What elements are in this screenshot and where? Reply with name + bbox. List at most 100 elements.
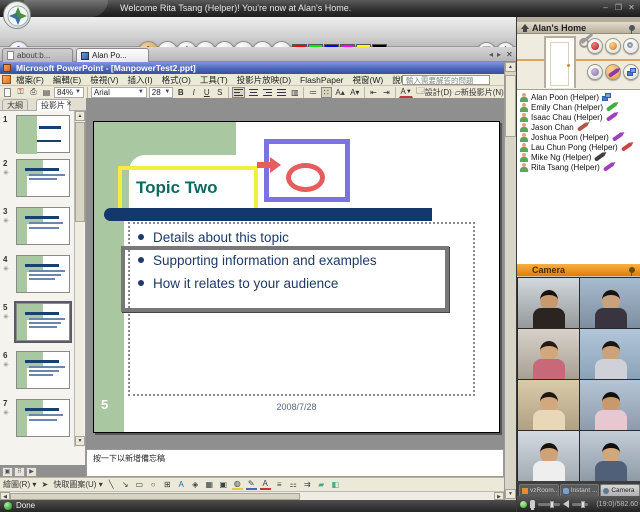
tab-about-blank[interactable]: about:b... bbox=[2, 48, 73, 62]
align-left-button[interactable] bbox=[232, 87, 244, 98]
pin-icon[interactable] bbox=[629, 267, 635, 273]
dash-style-icon[interactable]: ⚏ bbox=[288, 479, 299, 490]
draw-oval-icon[interactable]: ○ bbox=[148, 479, 159, 490]
vscroll-thumb[interactable] bbox=[505, 75, 516, 137]
paste-icon[interactable]: ▤ bbox=[41, 87, 52, 98]
picture-icon[interactable]: ▣ bbox=[218, 479, 229, 490]
pin-icon[interactable] bbox=[629, 25, 635, 31]
tab-close-icon[interactable]: ✕ bbox=[506, 50, 513, 59]
user-row[interactable]: Mike Ng (Helper) bbox=[520, 152, 640, 162]
shadow-style-icon[interactable]: ▰ bbox=[316, 479, 327, 490]
vertical-scrollbar[interactable]: ▲ ▼ bbox=[504, 62, 516, 500]
close-button[interactable]: ✕ bbox=[626, 2, 637, 13]
share-windows-button[interactable] bbox=[623, 64, 639, 80]
scroll-up-icon[interactable]: ▲ bbox=[75, 111, 85, 121]
italic-button[interactable]: I bbox=[188, 87, 199, 98]
hand-button[interactable] bbox=[587, 64, 603, 80]
speaker-volume-slider[interactable] bbox=[572, 503, 588, 506]
menu-format[interactable]: 格式(O) bbox=[162, 74, 191, 86]
outline-tab[interactable]: 大綱 bbox=[2, 99, 28, 111]
threed-style-icon[interactable]: ◧ bbox=[330, 479, 341, 490]
slider-knob[interactable] bbox=[581, 501, 585, 508]
slideshow-button[interactable]: ▶ bbox=[26, 467, 37, 477]
scroll-right-icon[interactable]: ▶ bbox=[494, 492, 504, 500]
select-arrow-icon[interactable]: ➤ bbox=[39, 479, 50, 490]
slide-canvas[interactable]: Topic Two Details about this topic Suppo… bbox=[93, 121, 500, 433]
shadow-button[interactable]: S bbox=[214, 87, 225, 98]
diagram-icon[interactable]: ◈ bbox=[190, 479, 201, 490]
slide-title[interactable]: Topic Two bbox=[136, 178, 218, 198]
numbering-button[interactable]: ≔ bbox=[307, 87, 318, 98]
handshake-button[interactable] bbox=[605, 38, 621, 54]
scroll-thumb[interactable] bbox=[75, 122, 85, 222]
camera-feed[interactable] bbox=[580, 431, 640, 481]
slide-thumbnail-1[interactable] bbox=[16, 115, 70, 153]
camera-feed[interactable] bbox=[518, 380, 579, 430]
menu-view[interactable]: 檢視(V) bbox=[90, 74, 118, 86]
user-row[interactable]: Alan Poon (Helper) bbox=[520, 92, 640, 102]
normal-view-button[interactable]: ▣ bbox=[2, 467, 13, 477]
room-header[interactable]: Alan's Home bbox=[517, 22, 640, 34]
scroll-left-icon[interactable]: ◀ bbox=[0, 492, 10, 500]
print-icon[interactable]: ⎙ bbox=[28, 87, 39, 98]
camera-feed[interactable] bbox=[580, 329, 640, 379]
slide-thumbnail-7[interactable] bbox=[16, 399, 70, 437]
draw-line-icon[interactable]: ╲ bbox=[106, 479, 117, 490]
door-icon[interactable] bbox=[544, 36, 576, 88]
font-color-icon[interactable]: A bbox=[260, 479, 271, 490]
microphone-icon[interactable] bbox=[530, 500, 535, 508]
font-color-button[interactable]: A▼ bbox=[399, 87, 413, 98]
slide-thumbnail-3[interactable] bbox=[16, 207, 70, 245]
draw-mode-button[interactable] bbox=[605, 64, 621, 80]
tab-back-icon[interactable]: ◂ bbox=[489, 50, 493, 59]
zoom-combo[interactable]: 84%▼ bbox=[54, 87, 84, 98]
draw-rect-icon[interactable]: ▭ bbox=[134, 479, 145, 490]
mic-volume-slider[interactable] bbox=[538, 503, 560, 506]
panel-close-icon[interactable]: ✕ bbox=[66, 100, 72, 108]
maximize-button[interactable]: ❐ bbox=[613, 2, 624, 13]
hscroll-thumb[interactable] bbox=[10, 493, 300, 500]
bullets-button[interactable]: ∷ bbox=[321, 87, 332, 98]
new-slide-button[interactable]: ▱新投影片(N) bbox=[454, 87, 504, 98]
tab-instant[interactable]: Instant ... bbox=[560, 484, 600, 496]
slide-thumbnail-5-selected[interactable] bbox=[16, 303, 70, 341]
draw-arrow-icon[interactable]: ↘ bbox=[120, 479, 131, 490]
line-style-icon[interactable]: ≡ bbox=[274, 479, 285, 490]
camera-header[interactable]: Camera bbox=[517, 264, 640, 276]
justify-button[interactable] bbox=[275, 87, 287, 98]
align-right-button[interactable] bbox=[261, 87, 273, 98]
align-center-button[interactable] bbox=[247, 87, 259, 98]
menu-slideshow[interactable]: 投影片放映(D) bbox=[237, 74, 291, 86]
user-row[interactable]: Joshua Poon (Helper) bbox=[520, 132, 640, 142]
increase-font-button[interactable]: A▴ bbox=[334, 87, 347, 98]
decrease-font-button[interactable]: A▾ bbox=[348, 87, 361, 98]
increase-indent-button[interactable]: ⇥ bbox=[381, 87, 392, 98]
menu-window[interactable]: 視窗(W) bbox=[353, 74, 384, 86]
font-combo[interactable]: Arial▼ bbox=[91, 87, 147, 98]
tab-forward-icon[interactable]: ▸ bbox=[497, 50, 501, 59]
tab-camera[interactable]: Camera bbox=[600, 484, 640, 496]
slide-thumbnail-6[interactable] bbox=[16, 351, 70, 389]
scroll-up-icon[interactable]: ▲ bbox=[505, 62, 516, 72]
slide-thumbnail-4[interactable] bbox=[16, 255, 70, 293]
minimize-button[interactable]: – bbox=[600, 2, 611, 13]
user-row[interactable]: Rita Tsang (Helper) bbox=[520, 162, 640, 172]
camera-feed[interactable] bbox=[518, 329, 579, 379]
menu-insert[interactable]: 插入(I) bbox=[128, 74, 153, 86]
menu-tools[interactable]: 工具(T) bbox=[200, 74, 228, 86]
globe-button[interactable] bbox=[623, 38, 639, 54]
tab-vzroom[interactable]: vzRoom... bbox=[519, 484, 559, 496]
bold-button[interactable]: B bbox=[175, 87, 186, 98]
thumbnail-scrollbar[interactable]: ▲ ▼ bbox=[74, 111, 84, 447]
speaker-icon[interactable] bbox=[563, 500, 569, 508]
arrow-style-icon[interactable]: ⇉ bbox=[302, 479, 313, 490]
user-row[interactable]: Isaac Chau (Helper) bbox=[520, 112, 640, 122]
new-file-icon[interactable] bbox=[2, 87, 13, 98]
autoshapes-menu[interactable]: 快取圖案(U) ▾ bbox=[53, 479, 102, 490]
notes-pane[interactable]: 按一下以新增備忘稿 bbox=[86, 449, 504, 477]
scroll-down-icon[interactable]: ▼ bbox=[75, 436, 85, 446]
sorter-view-button[interactable]: ⠿ bbox=[14, 467, 25, 477]
decrease-indent-button[interactable]: ⇤ bbox=[368, 87, 379, 98]
underline-button[interactable]: U bbox=[201, 87, 212, 98]
design-button[interactable]: 🗔設計(D) bbox=[415, 87, 452, 98]
